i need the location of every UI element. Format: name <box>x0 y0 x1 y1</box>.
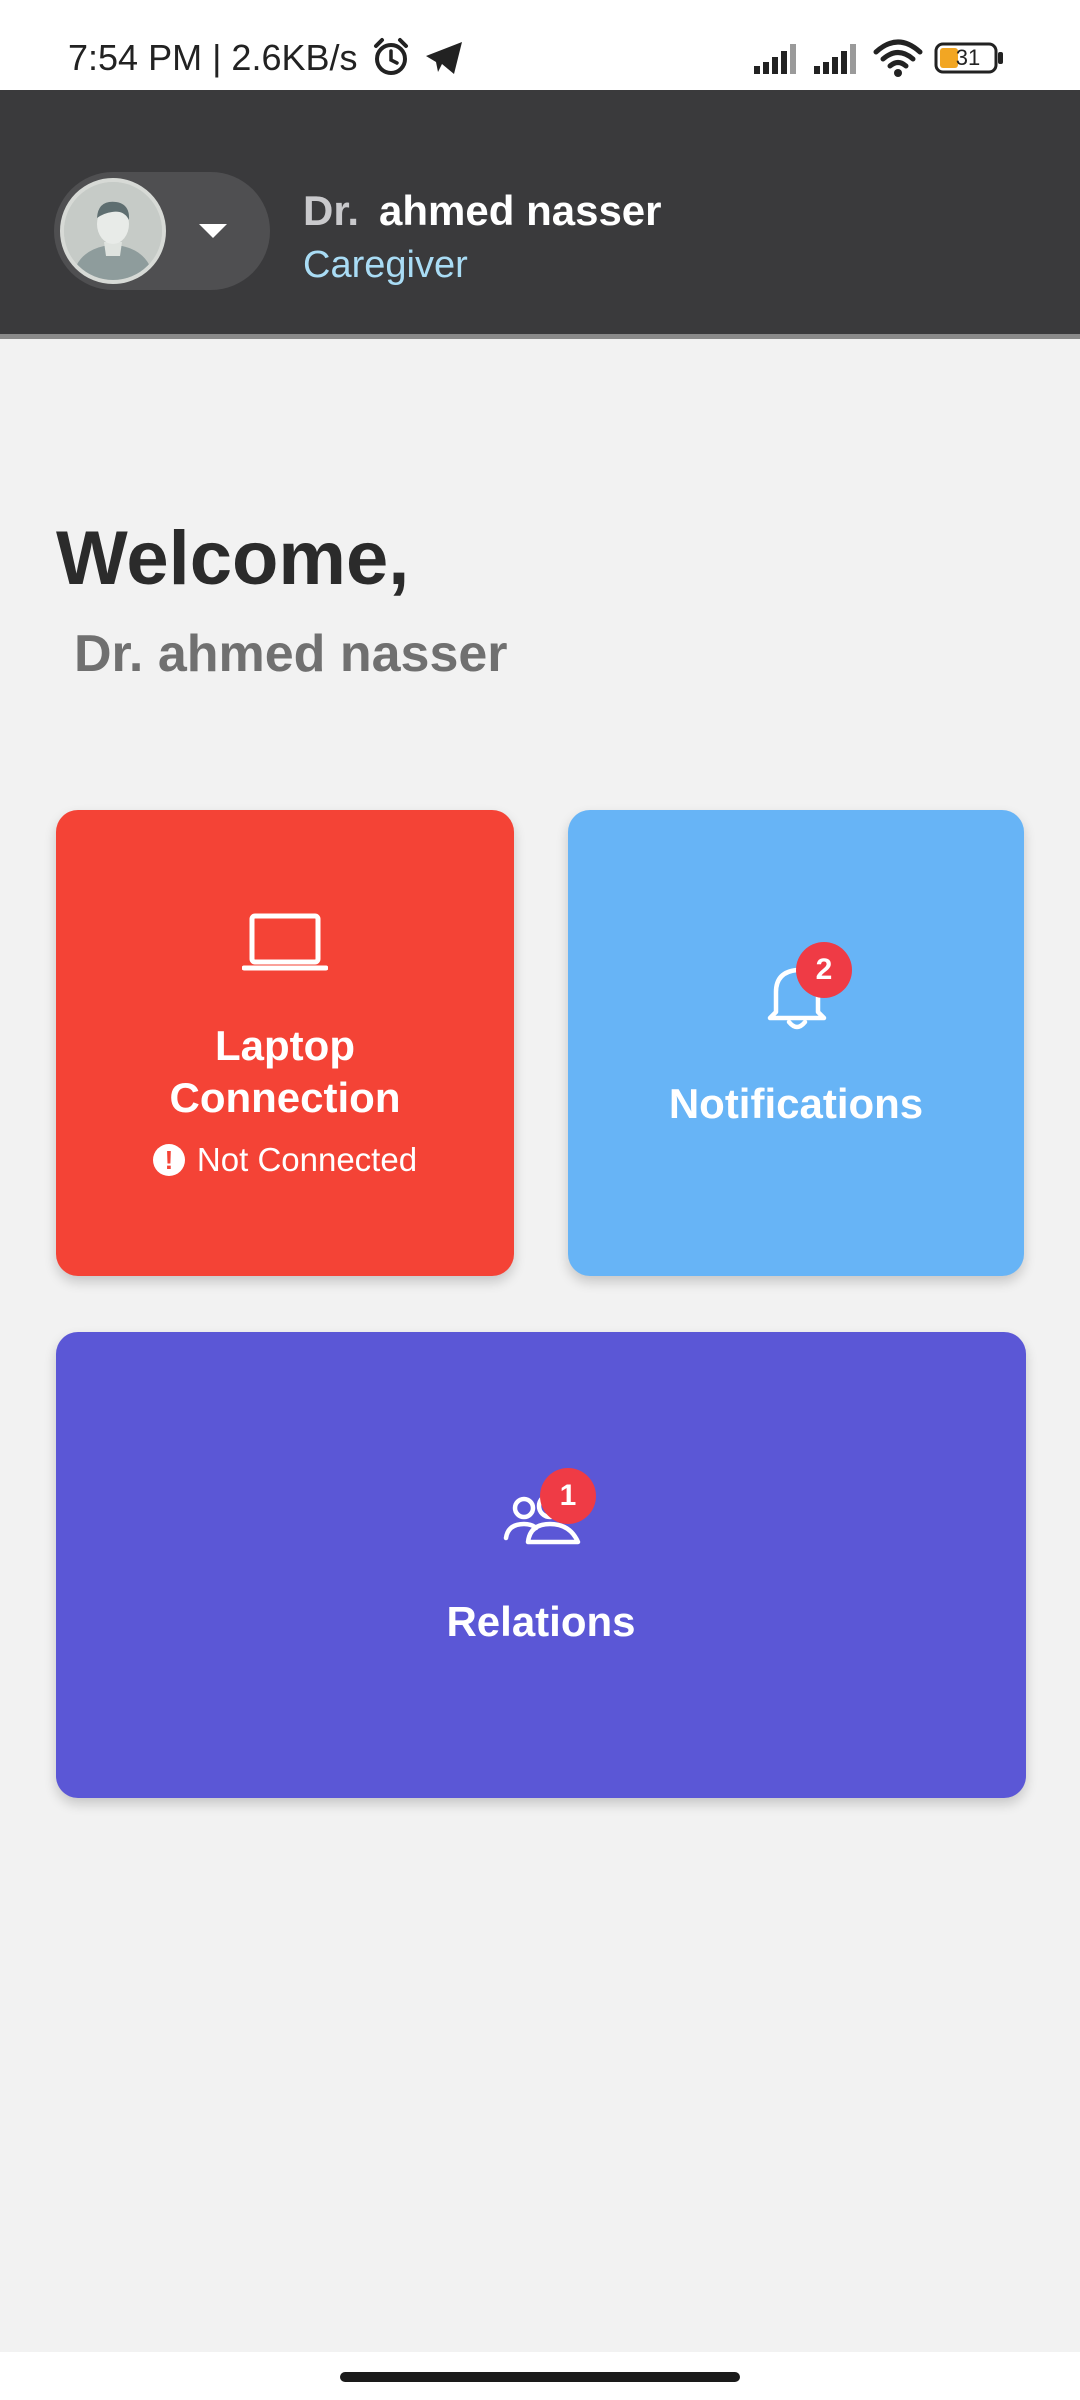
profile-menu-button[interactable] <box>54 172 270 290</box>
telegram-icon <box>426 42 462 74</box>
user-name: ahmed nasser <box>379 187 662 234</box>
user-avatar-icon <box>64 182 162 280</box>
welcome-user-name: Dr. ahmed nasser <box>74 625 508 683</box>
welcome-title: Welcome, <box>56 516 410 601</box>
notifications-card[interactable]: 2 Notifications <box>568 810 1024 1276</box>
header-user-name: Dr. ahmed nasser <box>303 186 662 236</box>
home-indicator[interactable] <box>340 2372 740 2382</box>
relations-badge: 1 <box>540 1468 596 1524</box>
connection-status: ! Not Connected <box>56 1140 514 1180</box>
status-bar: 7:54 PM | 2.6KB/s 31 <box>0 0 1080 90</box>
relations-card[interactable]: 1 Relations <box>56 1332 1026 1798</box>
laptop-label-line2: Connection <box>169 1074 401 1121</box>
signal-icon <box>754 44 796 74</box>
laptop-label-line1: Laptop <box>215 1022 355 1069</box>
laptop-connection-card[interactable]: Laptop Connection ! Not Connected <box>56 810 514 1276</box>
notifications-label: Notifications <box>668 1080 924 1127</box>
user-role: Caregiver <box>303 244 468 286</box>
alert-icon: ! <box>152 1144 185 1176</box>
name-prefix: Dr. <box>303 187 360 234</box>
notifications-badge: 2 <box>796 942 852 998</box>
battery-level: 31 <box>955 45 981 70</box>
signal-icon <box>814 44 856 74</box>
avatar <box>60 178 166 284</box>
battery-icon: 31 <box>934 42 1003 74</box>
laptop-connection-label: Laptop Connection <box>56 1020 514 1124</box>
chevron-down-icon <box>199 224 227 238</box>
laptop-icon <box>242 913 328 971</box>
status-time: 7:54 PM | 2.6KB/s <box>68 37 358 78</box>
relations-label: Relations <box>446 1598 636 1645</box>
alarm-icon <box>374 38 408 75</box>
app-header: Dr. ahmed nasser Caregiver <box>0 90 1080 339</box>
wifi-icon <box>873 39 923 77</box>
connection-status-text: Not Connected <box>196 1141 418 1178</box>
